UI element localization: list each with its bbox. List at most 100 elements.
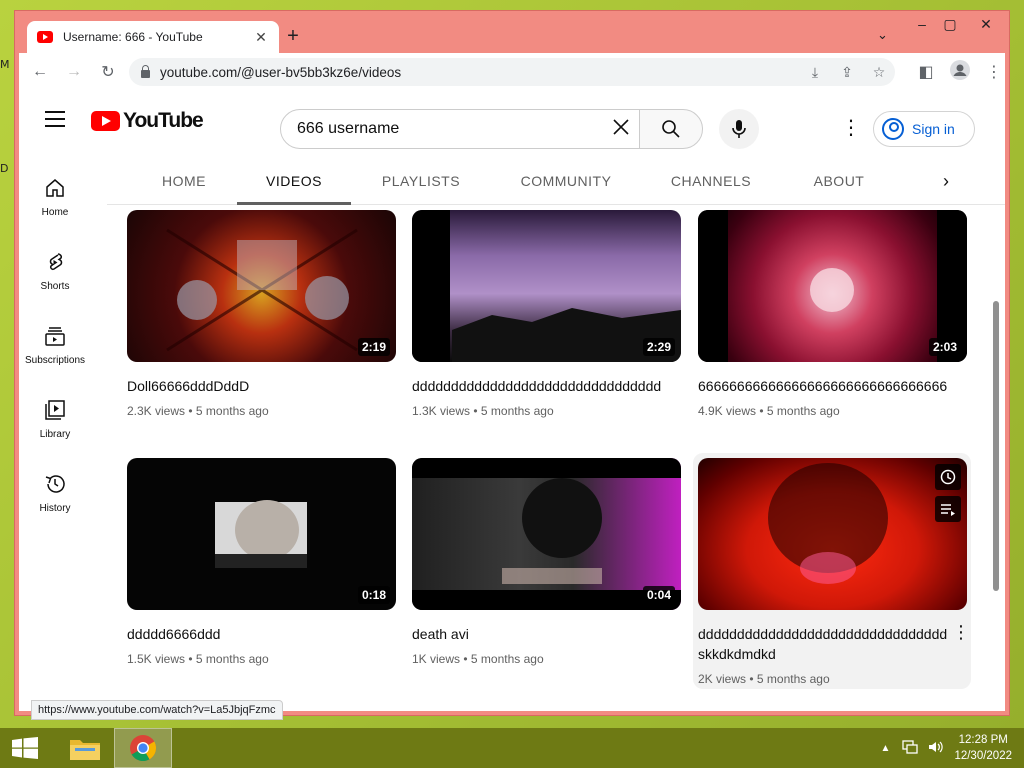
sidebar: Home Shorts Subscriptions Library Histor… — [19, 163, 91, 533]
tab-home[interactable]: HOME — [145, 161, 223, 205]
video-thumbnail[interactable]: 2:29 — [412, 210, 681, 362]
sidebar-item-home[interactable]: Home — [19, 163, 91, 237]
taskbar-chrome[interactable] — [114, 728, 172, 768]
video-views: 2.3K views — [127, 404, 186, 418]
voice-search-button[interactable] — [719, 109, 759, 149]
tab-playlists[interactable]: PLAYLISTS — [369, 161, 473, 205]
sidebar-label: History — [39, 503, 71, 514]
start-button[interactable] — [0, 728, 50, 768]
menu-icon[interactable] — [45, 111, 65, 127]
tab-about[interactable]: ABOUT — [801, 161, 877, 205]
back-button[interactable]: ← — [23, 63, 57, 81]
browser-tab[interactable]: Username: 666 - YouTube ✕ — [27, 21, 279, 53]
volume-icon[interactable] — [928, 740, 944, 757]
home-icon — [46, 179, 64, 197]
watch-later-icon[interactable] — [935, 464, 961, 490]
video-card[interactable]: 2:29 dddddddddddddddddddddddddddddddd 1.… — [412, 210, 681, 418]
video-meta: 2.3K views • 5 months ago — [127, 404, 269, 418]
video-thumbnail[interactable]: 2:03 — [698, 210, 967, 362]
chrome-menu-icon[interactable]: ⋮ — [977, 62, 1011, 82]
video-meta: 1K views • 5 months ago — [412, 652, 544, 666]
video-title[interactable]: 66666666666666666666666666666666 — [698, 376, 967, 396]
clear-search-icon[interactable] — [603, 116, 639, 142]
video-age: 5 months ago — [756, 672, 830, 686]
sidebar-item-library[interactable]: Library — [19, 385, 91, 459]
video-thumbnail[interactable]: 0:04 — [412, 458, 681, 610]
sidebar-item-subscriptions[interactable]: Subscriptions — [19, 311, 91, 385]
sidebar-item-shorts[interactable]: Shorts — [19, 237, 91, 311]
search-button[interactable] — [639, 109, 703, 149]
youtube-logo[interactable]: YouTube — [91, 109, 204, 133]
chrome-icon — [130, 735, 157, 762]
video-card[interactable]: dddddddddddddddddddddddddddddddd skkdkdm… — [698, 458, 970, 686]
close-window-button[interactable]: ✕ — [969, 13, 1003, 35]
close-tab-icon[interactable]: ✕ — [253, 29, 269, 46]
video-card[interactable]: 2:03 66666666666666666666666666666666 4.… — [698, 210, 967, 418]
video-age: 5 months ago — [195, 404, 269, 418]
video-age: 5 months ago — [470, 652, 544, 666]
reload-button[interactable]: ↻ — [91, 62, 125, 82]
video-views: 4.9K views — [698, 404, 757, 418]
settings-more-icon[interactable]: ⋮ — [839, 113, 863, 143]
forward-button[interactable]: → — [57, 63, 91, 81]
video-title[interactable]: death avi — [412, 624, 681, 644]
video-meta: 2K views • 5 months ago — [698, 672, 830, 686]
sidebar-item-history[interactable]: History — [19, 459, 91, 533]
bookmark-star-icon[interactable]: ☆ — [863, 64, 895, 81]
tab-community[interactable]: COMMUNITY — [507, 161, 625, 205]
video-thumbnail[interactable]: 2:19 — [127, 210, 396, 362]
tab-search-chevron-icon[interactable]: ⌄ — [877, 27, 888, 43]
tab-title: Username: 666 - YouTube — [63, 30, 203, 44]
sidebar-label: Shorts — [40, 281, 70, 292]
taskbar-file-explorer[interactable] — [56, 728, 114, 768]
profile-avatar-icon[interactable] — [943, 59, 977, 85]
video-title[interactable]: Doll66666dddDddD — [127, 376, 396, 396]
status-bar-url: https://www.youtube.com/watch?v=La5JbjqF… — [31, 700, 283, 720]
page-scrollbar[interactable] — [993, 301, 999, 591]
desktop-icon-fragment: D — [0, 162, 9, 175]
share-icon[interactable]: ⇪ — [831, 64, 863, 81]
chevron-right-icon[interactable]: › — [943, 171, 949, 192]
side-panel-icon[interactable]: ◧ — [909, 62, 943, 82]
video-age: 5 months ago — [766, 404, 840, 418]
lock-icon — [141, 64, 150, 78]
network-icon[interactable] — [902, 739, 919, 757]
system-tray: ▲ 12:28 PM 12/30/2022 — [881, 728, 1024, 768]
new-tab-button[interactable]: + — [281, 25, 305, 48]
video-title[interactable]: dddddddddddddddddddddddddddddddd skkdkdm… — [698, 624, 948, 664]
show-hidden-icons-icon[interactable]: ▲ — [881, 743, 891, 754]
history-icon — [45, 475, 65, 493]
search-input[interactable]: 666 username — [280, 109, 640, 149]
video-views: 1.3K views — [412, 404, 471, 418]
taskbar: ▲ 12:28 PM 12/30/2022 — [0, 728, 1024, 768]
sign-in-label: Sign in — [912, 121, 955, 137]
video-thumbnail[interactable] — [698, 458, 967, 610]
video-card[interactable]: 0:18 ddddd6666ddd 1.5K views • 5 months … — [127, 458, 396, 666]
video-card[interactable]: 2:19 Doll66666dddDddD 2.3K views • 5 mon… — [127, 210, 396, 418]
sign-in-button[interactable]: Sign in — [873, 111, 975, 147]
desktop-icon-fragment: M — [0, 58, 10, 71]
clock[interactable]: 12:28 PM 12/30/2022 — [954, 732, 1012, 764]
microphone-icon — [732, 120, 746, 138]
video-thumbnail[interactable]: 0:18 — [127, 458, 396, 610]
subscriptions-icon — [45, 327, 65, 346]
clock-date: 12/30/2022 — [954, 750, 1012, 762]
install-icon[interactable]: ⤓ — [799, 64, 831, 81]
address-bar[interactable]: youtube.com/@user-bv5bb3kz6e/videos ⤓ ⇪ … — [129, 58, 895, 86]
youtube-play-icon — [91, 111, 120, 131]
clock-time: 12:28 PM — [958, 734, 1008, 746]
video-duration: 0:18 — [357, 586, 390, 604]
video-title[interactable]: ddddd6666ddd — [127, 624, 396, 644]
title-bar: Username: 666 - YouTube ✕ + ⌄ – ▢ ✕ — [15, 11, 1009, 53]
video-meta: 1.3K views • 5 months ago — [412, 404, 554, 418]
video-views: 1.5K views — [127, 652, 186, 666]
video-meta: 4.9K views • 5 months ago — [698, 404, 840, 418]
tab-videos[interactable]: VIDEOS — [237, 161, 351, 205]
tab-channels[interactable]: CHANNELS — [659, 161, 763, 205]
add-to-queue-icon[interactable] — [935, 496, 961, 522]
video-title[interactable]: dddddddddddddddddddddddddddddddd — [412, 376, 681, 396]
video-card[interactable]: 0:04 death avi 1K views • 5 months ago — [412, 458, 681, 666]
channel-tabs: HOME VIDEOS PLAYLISTS COMMUNITY CHANNELS… — [107, 161, 1005, 205]
video-menu-icon[interactable]: ⋮ — [952, 622, 970, 643]
maximize-button[interactable]: ▢ — [933, 13, 967, 35]
